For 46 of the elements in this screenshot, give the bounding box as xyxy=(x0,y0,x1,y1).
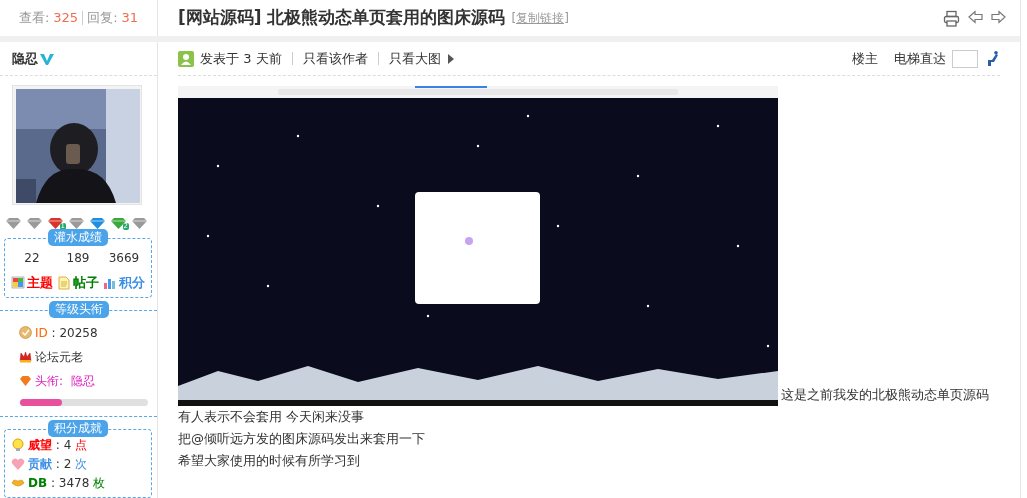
gem-icon xyxy=(19,374,32,387)
replies-label: 回复: xyxy=(87,9,118,28)
user-id: ID : 20258 xyxy=(35,324,98,342)
arrow-right-icon[interactable] xyxy=(991,9,1006,24)
floor-label: 楼主 xyxy=(852,49,878,68)
post-time: 发表于 3 天前 xyxy=(200,49,282,68)
point-stat: 贡献 : 2 次 xyxy=(28,455,88,473)
filter-link[interactable]: 只看大图 xyxy=(388,48,441,69)
stat-value: 3669 xyxy=(107,250,141,267)
section-title: 等级头衔 xyxy=(48,300,109,318)
user-icon xyxy=(178,50,194,67)
section-title: 灌水成绩 xyxy=(48,229,108,246)
bulb-icon xyxy=(11,438,25,452)
user-rank: 头衔: 隐忍 xyxy=(35,372,95,390)
paragraph: 把@倾听远方发的图床源码发出来套用一下 xyxy=(178,430,426,448)
document-icon xyxy=(57,275,71,290)
paragraph: 有人表示不会套用 今天闲来没事 xyxy=(178,408,366,426)
stat-label[interactable]: 积分 xyxy=(119,273,145,293)
print-icon[interactable] xyxy=(943,9,960,27)
stat-value: 22 xyxy=(23,250,41,267)
username[interactable]: 隐忍 xyxy=(12,48,38,69)
jump-field[interactable] xyxy=(952,49,978,68)
ingot-icon xyxy=(11,476,25,490)
stat-value: 189 xyxy=(65,250,91,267)
section-title: 积分成就 xyxy=(48,419,108,437)
point-stat: DB : 3478 枚 xyxy=(28,474,106,492)
play-icon xyxy=(446,53,455,64)
crown-icon xyxy=(19,350,32,363)
filter-link[interactable]: 只看该作者 xyxy=(302,48,368,69)
color-grid-icon xyxy=(11,275,25,290)
check-badge-icon xyxy=(19,326,32,339)
copy-link[interactable]: [复制链接] xyxy=(511,9,569,27)
views-label: 查看: xyxy=(18,9,50,28)
replies-count: 31 xyxy=(121,9,139,28)
arrow-left-icon[interactable] xyxy=(968,9,983,24)
paragraph: 希望大家使用的时候有所学习到 xyxy=(178,452,361,470)
point-stat: 威望 : 4 点 xyxy=(28,436,88,454)
stat-label[interactable]: 帖子 xyxy=(73,273,99,293)
paragraph: 这是之前我发的北极熊动态单页源码 xyxy=(781,387,989,402)
stat-label[interactable]: 主题 xyxy=(27,273,53,293)
jump-label: 电梯直达 xyxy=(894,49,946,68)
thread-title: [网站源码] 北极熊动态单页套用的图床源码 xyxy=(178,6,506,30)
views-count: 325 xyxy=(53,9,79,28)
user-group: 论坛元老 xyxy=(35,344,83,369)
heart-icon xyxy=(11,457,25,471)
id-label: ID xyxy=(35,325,48,340)
